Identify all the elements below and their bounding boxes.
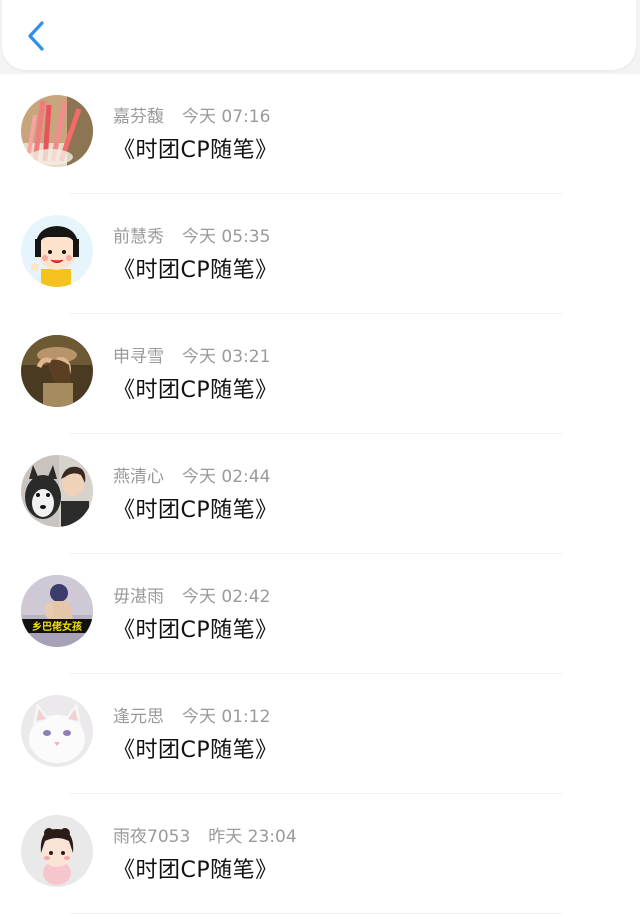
author-name[interactable]: 雨夜7053 (113, 827, 190, 847)
post-time: 今天 03:21 (182, 347, 271, 367)
post-title[interactable]: 《时团CP随笔》 (113, 252, 278, 284)
post-time: 今天 05:35 (182, 227, 271, 247)
author-name[interactable]: 嘉芬馥 (113, 107, 164, 127)
author-name[interactable]: 燕清心 (113, 467, 164, 487)
post-meta: 毋湛雨 今天 02:42 (113, 582, 270, 607)
list-item[interactable]: 申寻雪 今天 03:21 《时团CP随笔》 (0, 314, 640, 434)
author-name[interactable]: 申寻雪 (113, 347, 164, 367)
post-time: 今天 07:16 (182, 107, 271, 127)
post-time: 昨天 23:04 (208, 827, 297, 847)
post-title[interactable]: 《时团CP随笔》 (113, 132, 278, 164)
author-name[interactable]: 前慧秀 (113, 227, 164, 247)
list-item[interactable]: 雨夜7053 昨天 23:04 《时团CP随笔》 (0, 794, 640, 914)
list-item[interactable]: 前慧秀 今天 05:35 《时团CP随笔》 (0, 194, 640, 314)
post-time: 今天 02:44 (182, 467, 271, 487)
cartoon-girl-avatar[interactable] (21, 215, 93, 287)
doll-girl-avatar[interactable] (21, 815, 93, 887)
post-meta: 逢元思 今天 01:12 (113, 702, 270, 727)
post-title[interactable]: 《时团CP随笔》 (113, 732, 278, 764)
post-time: 今天 01:12 (182, 707, 271, 727)
post-meta: 申寻雪 今天 03:21 (113, 342, 270, 367)
post-meta: 雨夜7053 昨天 23:04 (113, 822, 297, 847)
post-list: 嘉芬馥 今天 07:16 《时团CP随笔》 前慧秀 今天 05:35 《时团CP… (0, 74, 640, 914)
post-title[interactable]: 《时团CP随笔》 (113, 492, 278, 524)
author-name[interactable]: 逢元思 (113, 707, 164, 727)
post-title[interactable]: 《时团CP随笔》 (113, 612, 278, 644)
avatar-caption: 乡巴佬女孩 (32, 620, 82, 633)
list-item[interactable]: 燕清心 今天 02:44 《时团CP随笔》 (0, 434, 640, 554)
chevron-left-icon (28, 21, 44, 51)
post-meta: 燕清心 今天 02:44 (113, 462, 270, 487)
post-title[interactable]: 《时团CP随笔》 (113, 372, 278, 404)
top-bar (0, 0, 640, 74)
white-cat-avatar[interactable] (21, 695, 93, 767)
husky-man-avatar[interactable] (21, 455, 93, 527)
post-time: 今天 02:42 (182, 587, 271, 607)
post-meta: 嘉芬馥 今天 07:16 (113, 102, 270, 127)
pencils-avatar[interactable] (21, 95, 93, 167)
header-card (2, 0, 636, 70)
village-girl-avatar[interactable]: 乡巴佬女孩 (21, 575, 93, 647)
post-meta: 前慧秀 今天 05:35 (113, 222, 270, 247)
list-item[interactable]: 嘉芬馥 今天 07:16 《时团CP随笔》 (0, 74, 640, 194)
list-item[interactable]: 逢元思 今天 01:12 《时团CP随笔》 (0, 674, 640, 794)
post-title[interactable]: 《时团CP随笔》 (113, 852, 278, 884)
list-item[interactable]: 乡巴佬女孩 毋湛雨 今天 02:42 《时团CP随笔》 (0, 554, 640, 674)
author-name[interactable]: 毋湛雨 (113, 587, 164, 607)
girl-hat-avatar[interactable] (21, 335, 93, 407)
back-button[interactable] (16, 14, 56, 58)
